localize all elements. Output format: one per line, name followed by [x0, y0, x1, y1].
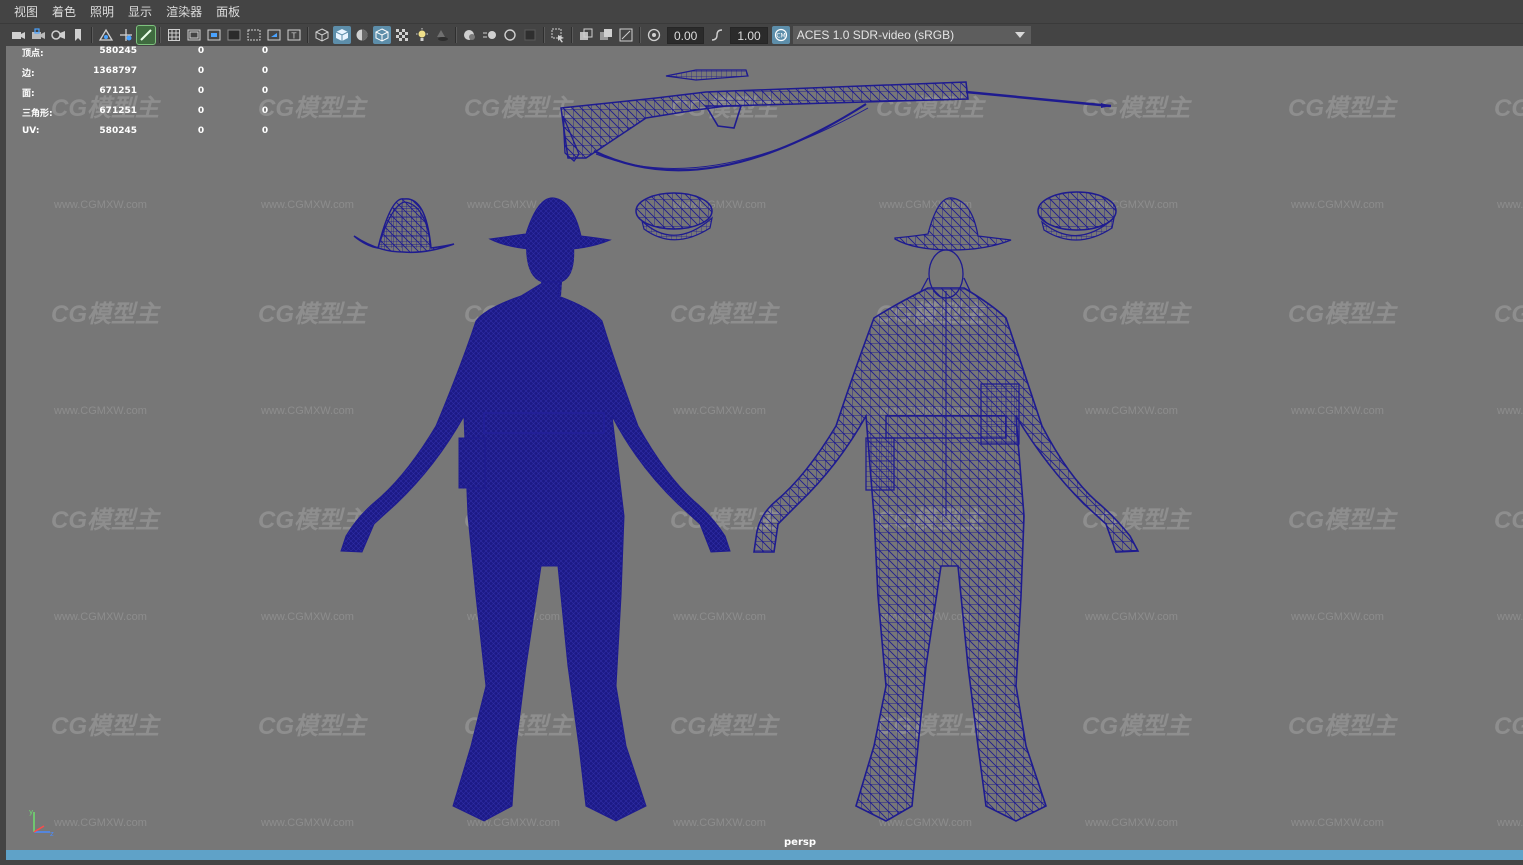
viewport-bottom-bar	[0, 850, 1523, 865]
chevron-down-icon	[1014, 32, 1025, 38]
shadows-icon[interactable]	[433, 26, 451, 44]
soldier-dense-mesh	[340, 197, 731, 822]
view-transform-label: ACES 1.0 SDR-video (sRGB)	[796, 28, 955, 42]
safe-action-icon[interactable]	[265, 26, 283, 44]
hud-label: 面:	[22, 89, 35, 99]
select-camera-icon[interactable]	[9, 26, 27, 44]
hud-label: UV:	[22, 126, 40, 136]
hud-value: 0	[197, 126, 205, 136]
default-material-icon[interactable]	[353, 26, 371, 44]
view-axis-icon: y z	[29, 808, 54, 838]
gate-mask-icon[interactable]	[225, 26, 243, 44]
svg-text:T: T	[291, 32, 297, 41]
hud-value: 0	[197, 106, 205, 116]
resolution-gate-icon[interactable]	[205, 26, 223, 44]
axis-z-label: z	[50, 830, 54, 838]
hud-label: 边:	[22, 69, 35, 79]
xray-joints-icon[interactable]	[617, 26, 635, 44]
hud-value: 671251	[99, 106, 137, 116]
screen-space-ao-icon[interactable]	[461, 26, 479, 44]
menu-panels[interactable]: 面板	[209, 0, 247, 24]
hud-value: 0	[261, 66, 269, 76]
hud-value: 671251	[99, 86, 137, 96]
hud-value: 0	[261, 106, 269, 116]
cap-model-right	[1037, 191, 1117, 241]
menu-show[interactable]: 显示	[121, 0, 159, 24]
2d-pan-zoom-icon[interactable]	[117, 26, 135, 44]
3d-viewport[interactable]: CG模型主 CG模型主 CG模型主 CG模型主 www.CGMXW.com www.CGM…	[6, 46, 1523, 850]
smooth-shade-icon[interactable]	[333, 26, 351, 44]
exposure-field[interactable]: 0.00	[667, 26, 705, 44]
panel-menu-bar: 视图 着色 照明 显示 渲染器 面板	[0, 0, 1523, 24]
color-management-icon[interactable]: CM	[771, 26, 790, 44]
soldier-wireframe	[753, 197, 1140, 822]
gamma-field[interactable]: 1.00	[730, 26, 768, 44]
toolbar-separator	[543, 27, 545, 43]
hud-label: 顶点:	[22, 49, 44, 59]
hud-value: 580245	[99, 126, 137, 136]
field-chart-icon[interactable]	[245, 26, 263, 44]
film-gate-icon[interactable]	[185, 26, 203, 44]
svg-text:CM: CM	[776, 33, 785, 40]
toolbar-separator	[639, 27, 641, 43]
hud-value: 580245	[99, 46, 137, 56]
camera-name-label: persp	[784, 837, 816, 848]
axis-y-label: y	[29, 808, 33, 816]
maya-window: 视图 着色 照明 显示 渲染器 面板 T 0.00 1.00 CM ACES 1…	[0, 0, 1523, 865]
lights-icon[interactable]	[413, 26, 431, 44]
hud-value: 0	[261, 46, 269, 56]
active-panel-highlight	[6, 850, 1523, 860]
image-plane-icon[interactable]	[97, 26, 115, 44]
gamma-icon[interactable]	[708, 26, 726, 44]
hud-value: 0	[197, 46, 205, 56]
wireframe-on-shaded-icon[interactable]	[373, 26, 391, 44]
menu-view[interactable]: 视图	[0, 0, 45, 24]
anti-aliasing-icon[interactable]	[501, 26, 519, 44]
hud-value: 0	[261, 86, 269, 96]
exposure-icon[interactable]	[645, 26, 663, 44]
grease-pencil-icon[interactable]	[136, 25, 156, 45]
textured-icon[interactable]	[393, 26, 411, 44]
helmet-model-left	[353, 198, 455, 254]
camera-attributes-icon[interactable]	[49, 26, 67, 44]
toolbar-separator	[571, 27, 573, 43]
menu-shading[interactable]: 着色	[45, 0, 83, 24]
hud-value: 0	[197, 66, 205, 76]
menu-lighting[interactable]: 照明	[83, 0, 121, 24]
xray-active-components-icon[interactable]	[597, 26, 615, 44]
hud-value: 0	[197, 86, 205, 96]
safe-title-icon[interactable]: T	[285, 26, 303, 44]
lock-camera-icon[interactable]	[29, 26, 47, 44]
motion-blur-icon[interactable]	[481, 26, 499, 44]
grid-icon[interactable]	[165, 26, 183, 44]
isolate-select-icon[interactable]	[549, 26, 567, 44]
hud-value: 0	[261, 126, 269, 136]
bookmarks-icon[interactable]	[69, 26, 87, 44]
panel-toolbar: T 0.00 1.00 CM ACES 1.0 SDR-video (sRGB)	[0, 24, 1523, 46]
toolbar-separator	[159, 27, 161, 43]
xray-icon[interactable]	[577, 26, 595, 44]
scene-wireframe	[340, 69, 1140, 822]
depth-of-field-icon[interactable]	[521, 26, 539, 44]
toolbar-separator	[455, 27, 457, 43]
toolbar-separator	[307, 27, 309, 43]
wireframe-icon[interactable]	[313, 26, 331, 44]
hud-label: 三角形:	[22, 109, 53, 119]
hud-value: 1368797	[93, 66, 137, 76]
cap-model-left	[635, 192, 713, 241]
toolbar-separator	[91, 27, 93, 43]
rifle-model	[560, 69, 1112, 172]
view-transform-dropdown[interactable]: ACES 1.0 SDR-video (sRGB)	[792, 26, 1031, 44]
menu-renderer[interactable]: 渲染器	[159, 0, 209, 24]
